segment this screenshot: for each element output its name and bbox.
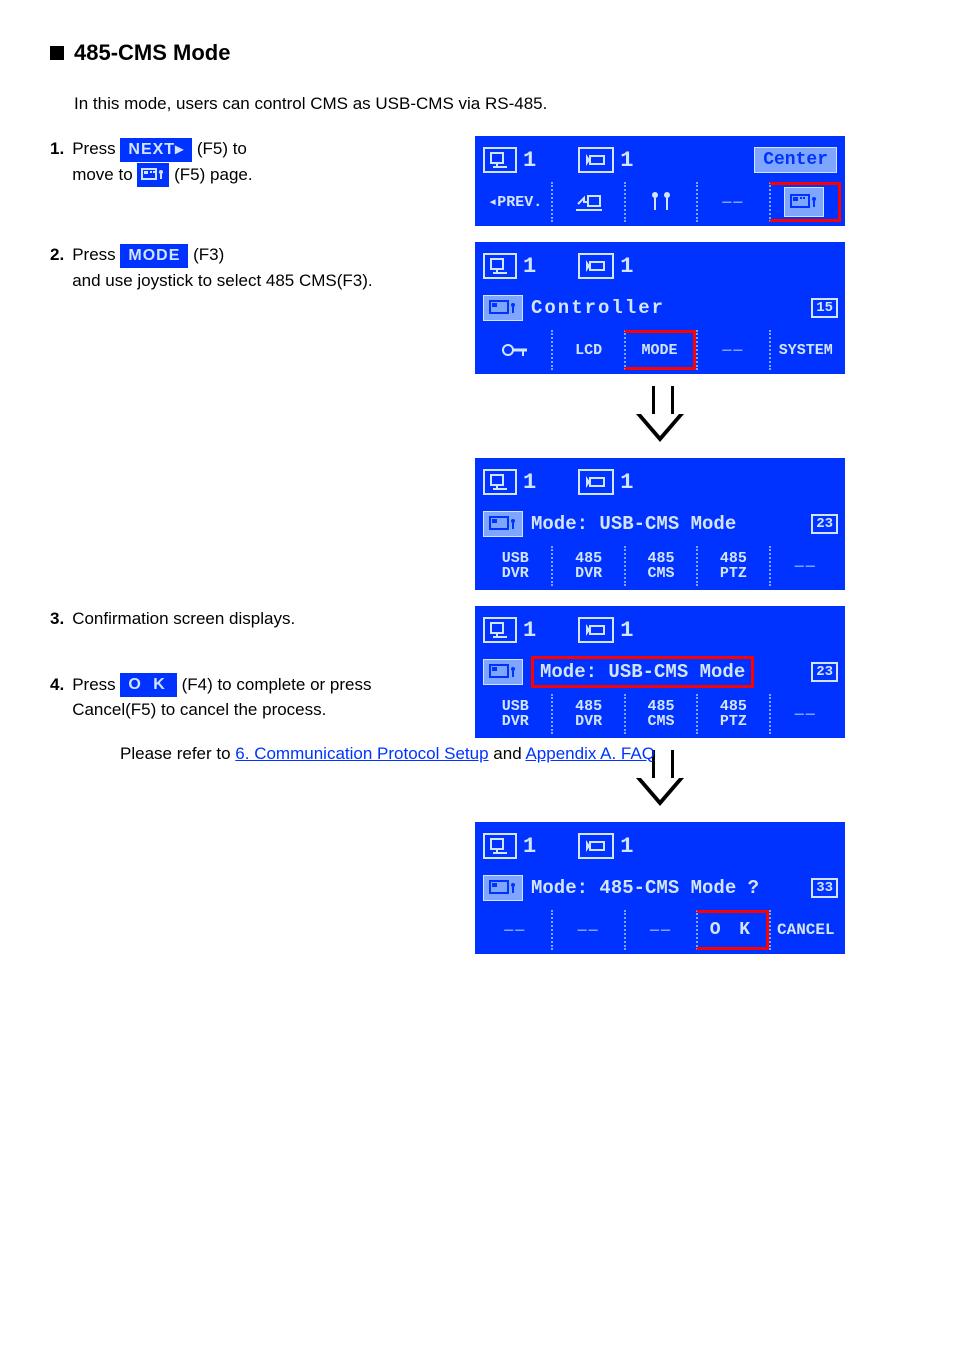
link-protocol-setup[interactable]: 6. Communication Protocol Setup (235, 744, 488, 763)
dvr-icon (483, 833, 517, 859)
dvr-num: 1 (523, 834, 536, 859)
485-dvr-button[interactable]: 485DVR (551, 546, 623, 586)
step4-text: Press (72, 675, 115, 694)
controller-title-icon (483, 511, 523, 537)
step2-text: Press (72, 245, 115, 264)
step-number: 2. (50, 242, 64, 293)
section-header: 485-CMS Mode (50, 40, 904, 66)
ref-text: Please refer to (120, 744, 231, 763)
system-button[interactable]: SYSTEM (769, 330, 841, 370)
cam-icon (578, 833, 614, 859)
step-number: 3. (50, 606, 64, 632)
cam-num: 1 (620, 254, 633, 279)
intro-text: In this mode, users can control CMS as U… (74, 94, 904, 114)
lcd-screen-2: 1 1 Controller 15 LCD MODE — (475, 242, 845, 374)
485-dvr-button[interactable]: 485DVR (551, 694, 623, 734)
cam-icon (578, 147, 614, 173)
dvr-num: 1 (523, 254, 536, 279)
cancel-button[interactable]: CANCEL (769, 910, 841, 950)
step3-text: Confirmation screen displays. (72, 606, 295, 632)
step1-text: (F5) to (197, 139, 247, 158)
lcd-screen-3: 1 1 Mode: USB-CMS Mode 23 USBDVR 485DVR … (475, 458, 845, 590)
dvr-icon (483, 147, 517, 173)
cam-icon (578, 253, 614, 279)
lcd3-title: Mode: USB-CMS Mode (531, 513, 736, 535)
cam-num: 1 (620, 470, 633, 495)
cam-icon (578, 469, 614, 495)
step-number: 1. (50, 136, 64, 187)
usb-dvr-button[interactable]: USBDVR (479, 546, 551, 586)
lcd4-title[interactable]: Mode: USB-CMS Mode (531, 656, 754, 688)
step2-text: (F3) (193, 245, 224, 264)
f4-blank: —— (696, 330, 768, 370)
step1-text: page. (210, 165, 253, 184)
link-appendix-faq[interactable]: Appendix A. FAQ (525, 744, 654, 763)
step1-text: Press (72, 139, 115, 158)
dvr-num: 1 (523, 618, 536, 643)
f3-icon[interactable] (624, 182, 696, 222)
controller-title-icon (483, 295, 523, 321)
cam-num: 1 (620, 834, 633, 859)
controller-chip-icon (137, 163, 169, 187)
page-badge: 23 (811, 514, 838, 534)
lcd-screen-4: 1 1 Mode: USB-CMS Mode 23 USBDVR 485DVR … (475, 606, 845, 738)
485-cms-button[interactable]: 485CMS (624, 546, 696, 586)
485-ptz-button[interactable]: 485PTZ (696, 546, 768, 586)
section-title-text: 485-CMS Mode (74, 40, 230, 66)
usb-dvr-button[interactable]: USBDVR (479, 694, 551, 734)
ok-chip: O K (120, 673, 176, 697)
arrow-down-icon (635, 386, 685, 446)
lcd5-title: Mode: 485-CMS Mode ? (531, 877, 759, 899)
step2-text: and use joystick to select 485 CMS(F3). (72, 271, 372, 290)
center-label: Center (754, 147, 837, 173)
lcd-button[interactable]: LCD (551, 330, 623, 370)
dvr-num: 1 (523, 470, 536, 495)
f2-icon[interactable] (551, 182, 623, 222)
step1-text: move to (72, 165, 132, 184)
485-ptz-button[interactable]: 485PTZ (696, 694, 768, 734)
prev-button[interactable]: ◂PREV. (479, 182, 551, 222)
cam-num: 1 (620, 148, 633, 173)
f4-blank: —— (696, 182, 768, 222)
controller-title-icon (483, 875, 523, 901)
bullet-icon (50, 46, 64, 60)
dvr-num: 1 (523, 148, 536, 173)
f1-blank: —— (479, 910, 551, 950)
cam-num: 1 (620, 618, 633, 643)
dvr-icon (483, 617, 517, 643)
step4-text: (F4) to complete or press Cancel(F5) to … (72, 675, 371, 720)
mode-button[interactable]: MODE (624, 330, 696, 370)
f5-blank: —— (769, 546, 841, 586)
controller-title-icon (483, 659, 523, 685)
ref-text: and (493, 744, 521, 763)
f5-blank: —— (769, 694, 841, 734)
ok-button[interactable]: O K (696, 910, 768, 950)
page-badge: 15 (811, 298, 838, 318)
f2-blank: —— (551, 910, 623, 950)
dvr-icon (483, 469, 517, 495)
controller-f5-button[interactable] (769, 182, 841, 222)
controller-icon (141, 164, 165, 186)
page-badge: 23 (811, 662, 838, 682)
f3-blank: —— (624, 910, 696, 950)
next-chip: NEXT▸ (120, 138, 192, 162)
lcd-screen-5: 1 1 Mode: 485-CMS Mode ? 33 —— —— —— O K (475, 822, 845, 954)
page-badge: 33 (811, 878, 838, 898)
cam-icon (578, 617, 614, 643)
step-number: 4. (50, 672, 64, 723)
f1-key-icon[interactable] (479, 330, 551, 370)
485-cms-button[interactable]: 485CMS (624, 694, 696, 734)
lcd2-title: Controller (531, 297, 665, 319)
mode-chip: MODE (120, 244, 188, 268)
lcd-screen-1: 1 1 Center ◂PREV. —— (475, 136, 845, 226)
step1-text: (F5) (174, 165, 205, 184)
dvr-icon (483, 253, 517, 279)
